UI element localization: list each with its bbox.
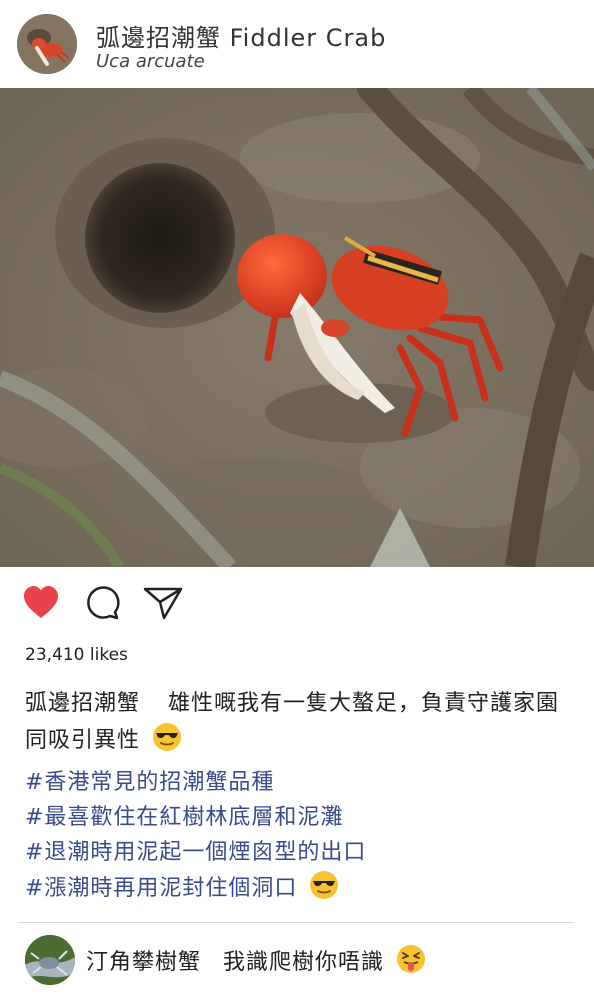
share-button[interactable] bbox=[142, 585, 184, 625]
post-caption: 弧邊招潮蟹 雄性嘅我有一隻大螯足，負責守護家園同吸引異性 bbox=[25, 685, 570, 759]
hashtag-link: #漲潮時再用泥封住個洞口 bbox=[25, 870, 570, 906]
paper-plane-icon[interactable] bbox=[142, 585, 184, 621]
comment-row: 汀角攀樹蟹 我識爬樹你唔識 bbox=[0, 930, 594, 994]
hashtag-link-text[interactable]: #漲潮時再用泥封住個洞口 bbox=[25, 876, 297, 901]
comment-username[interactable]: 汀角攀樹蟹 bbox=[86, 950, 201, 975]
hashtag-link[interactable]: #香港常見的招潮蟹品種 bbox=[25, 765, 570, 800]
commenter-avatar[interactable] bbox=[25, 935, 75, 985]
heart-icon[interactable] bbox=[22, 585, 60, 621]
account-name[interactable]: 弧邊招潮蟹 Fiddler Crab bbox=[96, 18, 386, 53]
hashtag-list: #香港常見的招潮蟹品種 #最喜歡住在紅樹林底層和泥灘 #退潮時用泥起一個煙囪型的… bbox=[25, 765, 570, 906]
likes-count[interactable]: 23,410 likes bbox=[25, 645, 128, 665]
action-bar bbox=[0, 585, 594, 629]
scientific-name: Uca arcuate bbox=[96, 51, 205, 72]
like-button[interactable] bbox=[22, 585, 60, 625]
comment-body: 汀角攀樹蟹 我識爬樹你唔識 bbox=[86, 944, 426, 976]
divider bbox=[18, 922, 574, 923]
sunglasses-emoji-icon bbox=[153, 723, 182, 751]
comment-bubble-icon[interactable] bbox=[84, 585, 122, 621]
account-avatar[interactable] bbox=[17, 14, 77, 74]
squinting-tongue-emoji-icon bbox=[397, 945, 426, 973]
post-header: 弧邊招潮蟹 Fiddler Crab Uca arcuate bbox=[0, 0, 594, 88]
hashtag-link[interactable]: #退潮時用泥起一個煙囪型的出口 bbox=[25, 835, 570, 870]
sunglasses-emoji-icon bbox=[310, 871, 339, 899]
post-photo[interactable] bbox=[0, 88, 594, 567]
comment-text: 我識爬樹你唔識 bbox=[223, 950, 385, 975]
caption-username[interactable]: 弧邊招潮蟹 bbox=[25, 691, 140, 716]
comment-button[interactable] bbox=[84, 585, 122, 625]
hashtag-link[interactable]: #最喜歡住在紅樹林底層和泥灘 bbox=[25, 800, 570, 835]
